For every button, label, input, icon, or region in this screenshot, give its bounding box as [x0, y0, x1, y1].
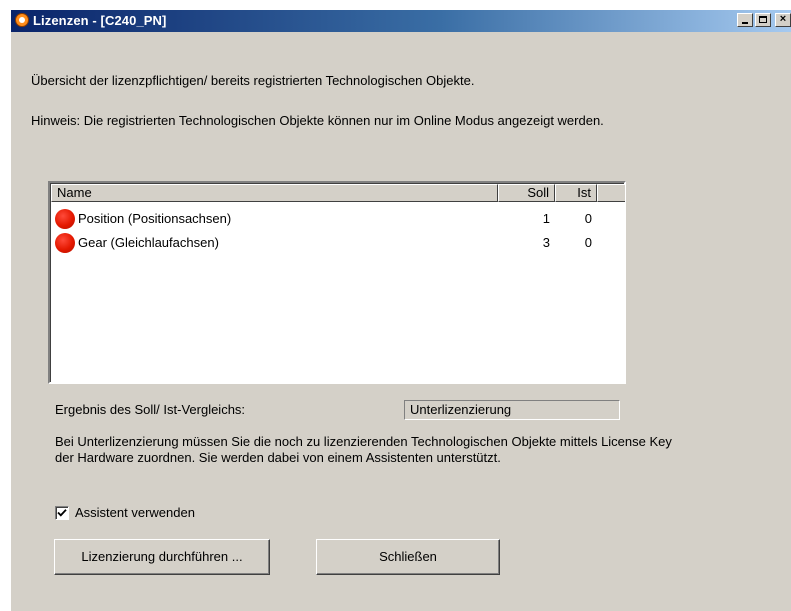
- explanation-text: Bei Unterlizenzierung müssen Sie die noc…: [55, 434, 672, 465]
- status-red-icon: [55, 233, 75, 253]
- row-ist: 0: [584, 211, 592, 226]
- column-header-filler: [597, 184, 625, 202]
- perform-licensing-button[interactable]: Lizenzierung durchführen ...: [54, 539, 270, 575]
- row-soll: 3: [542, 235, 550, 250]
- status-red-icon: [55, 209, 75, 229]
- assistant-checkbox[interactable]: [55, 506, 69, 520]
- column-header-name[interactable]: Name: [51, 184, 498, 202]
- list-header: Name Soll Ist: [51, 184, 625, 202]
- result-label: Ergebnis des Soll/ Ist-Vergleichs:: [55, 402, 246, 417]
- title-bar[interactable]: Lizenzen - [C240_PN] ×: [11, 10, 791, 32]
- checkmark-icon: [57, 509, 67, 517]
- minimize-button[interactable]: [737, 13, 753, 27]
- hint-text: Hinweis: Die registrierten Technologisch…: [31, 113, 604, 128]
- table-row[interactable]: Gear (Gleichlaufachsen) 3 0: [51, 231, 625, 255]
- license-dialog: Lizenzen - [C240_PN] × Übersicht der liz…: [10, 9, 791, 611]
- assistant-checkbox-label[interactable]: Assistent verwenden: [75, 505, 195, 520]
- window-title: Lizenzen - [C240_PN]: [33, 13, 167, 28]
- intro-text: Übersicht der lizenzpflichtigen/ bereits…: [31, 73, 475, 88]
- license-list[interactable]: Name Soll Ist Position (Positionsachsen)…: [48, 181, 626, 384]
- result-value: Unterlizenzierung: [404, 400, 620, 420]
- column-header-soll[interactable]: Soll: [498, 184, 555, 202]
- minimize-icon: [742, 22, 748, 24]
- maximize-icon: [759, 16, 767, 23]
- row-ist: 0: [584, 235, 592, 250]
- row-name: Gear (Gleichlaufachsen): [78, 235, 219, 250]
- close-icon: ×: [779, 13, 787, 25]
- maximize-button[interactable]: [755, 13, 771, 27]
- table-row[interactable]: Position (Positionsachsen) 1 0: [51, 207, 625, 231]
- row-name: Position (Positionsachsen): [78, 211, 232, 226]
- close-window-button[interactable]: ×: [775, 13, 791, 27]
- row-soll: 1: [542, 211, 550, 226]
- column-header-ist[interactable]: Ist: [555, 184, 597, 202]
- close-button[interactable]: Schließen: [316, 539, 500, 575]
- app-icon: [15, 13, 29, 27]
